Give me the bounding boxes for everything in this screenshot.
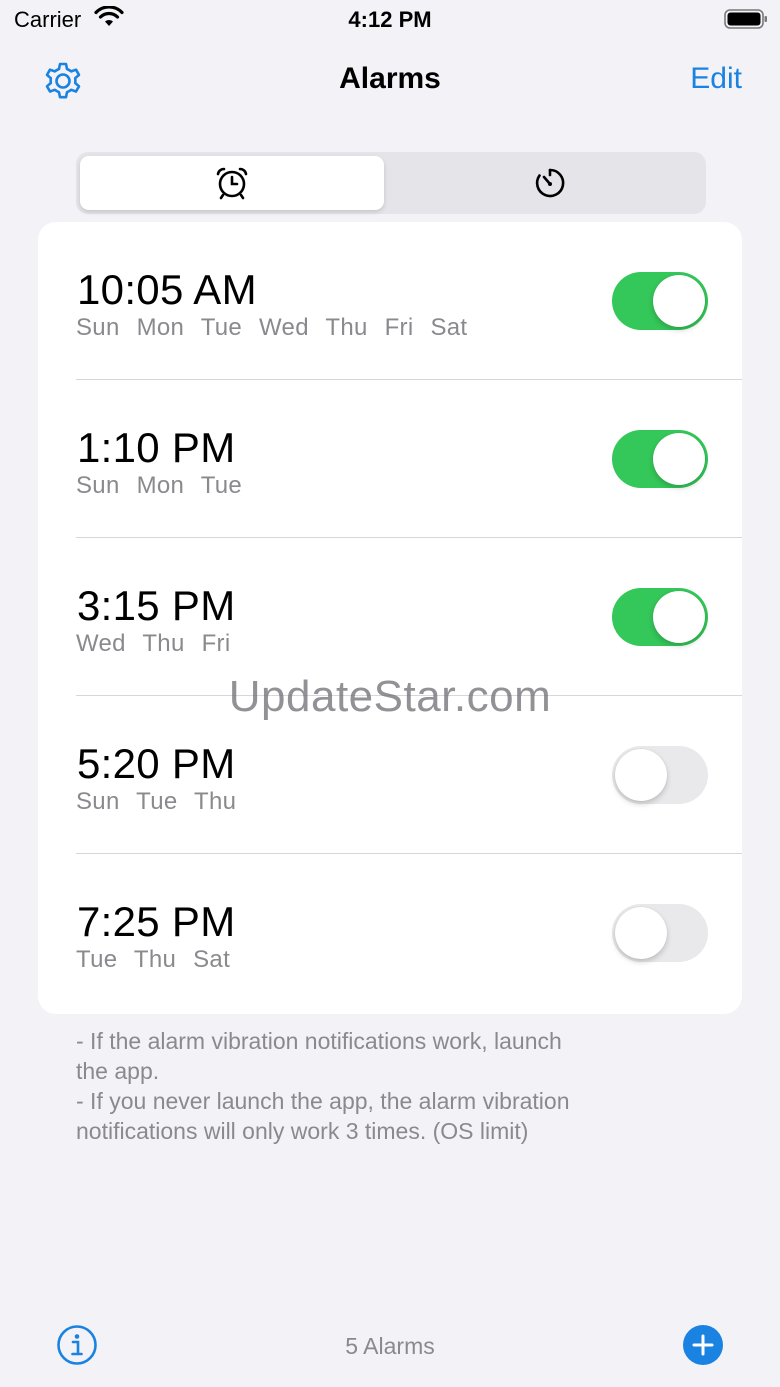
toggle-knob bbox=[653, 591, 705, 643]
status-bar: Carrier 4:12 PM bbox=[0, 0, 780, 44]
note-line: - If the alarm vibration notifications w… bbox=[76, 1028, 562, 1054]
toggle-knob bbox=[653, 275, 705, 327]
segment-timer[interactable] bbox=[398, 156, 702, 210]
footer-notes: - If the alarm vibration notifications w… bbox=[76, 1026, 676, 1146]
alarm-toggle[interactable] bbox=[612, 588, 708, 646]
add-alarm-icon[interactable] bbox=[682, 1324, 724, 1366]
note-line: - If you never launch the app, the alarm… bbox=[76, 1088, 570, 1114]
alarm-time: 1:10 PM bbox=[77, 424, 236, 471]
status-time: 4:12 PM bbox=[348, 7, 432, 32]
alarm-days: Tue Thu Sat bbox=[76, 946, 231, 973]
page-title: Alarms bbox=[339, 62, 441, 95]
alarm-days: Wed Thu Fri bbox=[76, 630, 231, 657]
mode-segmented-control bbox=[76, 152, 706, 214]
segment-alarms[interactable] bbox=[80, 156, 384, 210]
watermark: UpdateStar.com bbox=[228, 672, 552, 721]
alarm-days: Sun Mon Tue Wed Thu Fri Sat bbox=[76, 314, 468, 341]
alarm-toggle[interactable] bbox=[612, 430, 708, 488]
alarm-time: 10:05 AM bbox=[77, 266, 257, 313]
toggle-knob bbox=[615, 749, 667, 801]
alarm-days: Sun Tue Thu bbox=[76, 788, 237, 815]
alarm-row[interactable]: 7:25 PM Tue Thu Sat bbox=[38, 854, 742, 1012]
alarm-days: Sun Mon Tue bbox=[76, 472, 243, 499]
timer-icon bbox=[535, 168, 565, 198]
battery-icon bbox=[724, 9, 767, 29]
alarm-toggle[interactable] bbox=[612, 904, 708, 962]
alarm-time: 7:25 PM bbox=[77, 898, 236, 945]
note-line: the app. bbox=[76, 1058, 160, 1084]
alarm-list: 10:05 AM Sun Mon Tue Wed Thu Fri Sat 1:1… bbox=[38, 222, 742, 1014]
navigation-bar: Alarms Edit bbox=[0, 50, 780, 110]
alarm-time: 5:20 PM bbox=[77, 740, 236, 787]
note-line: notifications will only work 3 times. (O… bbox=[76, 1118, 529, 1144]
alarm-time: 3:15 PM bbox=[77, 582, 236, 629]
alarm-toggle[interactable] bbox=[612, 746, 708, 804]
toggle-knob bbox=[653, 433, 705, 485]
alarm-count: 5 Alarms bbox=[345, 1333, 435, 1359]
alarm-toggle[interactable] bbox=[612, 272, 708, 330]
bottom-toolbar: 5 Alarms bbox=[0, 1310, 780, 1380]
alarm-row[interactable]: 1:10 PM Sun Mon Tue bbox=[38, 380, 742, 538]
toggle-knob bbox=[615, 907, 667, 959]
alarm-clock-icon bbox=[216, 167, 248, 200]
alarm-row[interactable]: 10:05 AM Sun Mon Tue Wed Thu Fri Sat bbox=[38, 222, 742, 380]
edit-button[interactable]: Edit bbox=[690, 62, 742, 96]
